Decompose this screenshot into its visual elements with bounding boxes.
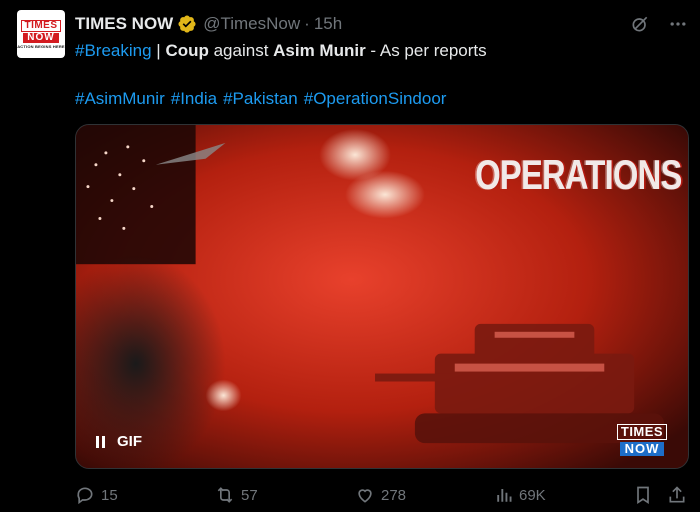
- hashtag-breaking[interactable]: #Breaking: [75, 41, 152, 60]
- tweet-text-line1: #Breaking | Coup against Asim Munir - As…: [75, 40, 487, 62]
- more-dots-icon[interactable]: [668, 14, 688, 34]
- gif-media[interactable]: OPERATIONS GIF TIMES NOW: [75, 124, 689, 469]
- author-handle[interactable]: @TimesNow: [203, 14, 300, 34]
- hashtag-operationsindoor[interactable]: #OperationSindoor: [304, 89, 447, 108]
- word-against: against: [208, 41, 274, 60]
- gif-label: GIF: [117, 433, 142, 450]
- tweet-header: TIMES NOW @TimesNow · 15h: [75, 14, 342, 34]
- word-coup: Coup: [165, 41, 209, 60]
- repost-button[interactable]: 57: [215, 484, 258, 506]
- bookmark-icon: [633, 485, 653, 505]
- reply-icon: [75, 485, 95, 505]
- logo-times-text: TIMES: [616, 424, 668, 440]
- separator-dot: ·: [304, 14, 310, 33]
- rest-text: - As per reports: [365, 41, 487, 60]
- avatar-now-text: NOW: [23, 32, 59, 43]
- operation-overlay-text: OPERATIONS: [475, 151, 683, 198]
- views-chart-icon: [495, 486, 513, 504]
- views-button[interactable]: 69K: [495, 484, 546, 506]
- logo-now-text: NOW: [619, 442, 665, 456]
- repost-count: 57: [241, 486, 258, 504]
- views-count: 69K: [519, 486, 546, 504]
- avatar-times-text: TIMES: [21, 19, 61, 32]
- share-button[interactable]: [667, 484, 687, 506]
- avatar-tagline: ACTION BEGINS HERE: [17, 43, 65, 49]
- like-count: 278: [381, 486, 407, 504]
- pipe-text: |: [151, 41, 166, 60]
- heart-icon: [355, 485, 375, 505]
- share-icon: [667, 485, 687, 505]
- reply-count: 15: [101, 486, 118, 504]
- tweet-time[interactable]: 15h: [314, 14, 342, 34]
- gif-controls: GIF: [96, 433, 142, 450]
- avatar[interactable]: TIMES NOW ACTION BEGINS HERE: [17, 10, 65, 58]
- word-asim-munir: Asim Munir: [273, 41, 366, 60]
- pause-icon[interactable]: [96, 435, 105, 448]
- hashtag-asimmunir[interactable]: #AsimMunir: [75, 89, 165, 108]
- reply-button[interactable]: 15: [75, 484, 118, 506]
- top-right-icons: [630, 14, 688, 34]
- like-button[interactable]: 278: [355, 484, 406, 506]
- hashtag-india[interactable]: #India: [171, 89, 217, 108]
- grok-icon[interactable]: [630, 14, 650, 34]
- repost-icon: [215, 485, 235, 505]
- gold-verified-badge-icon[interactable]: [177, 14, 197, 34]
- times-now-logo: TIMES NOW: [612, 422, 672, 458]
- tweet-actions: 15 57 278 69K: [75, 484, 689, 506]
- bookmark-button[interactable]: [633, 484, 653, 506]
- tweet-hashtags: #AsimMunir #India #Pakistan #OperationSindo…: [75, 88, 452, 110]
- author-name[interactable]: TIMES NOW: [75, 14, 173, 34]
- hashtag-pakistan[interactable]: #Pakistan: [223, 89, 298, 108]
